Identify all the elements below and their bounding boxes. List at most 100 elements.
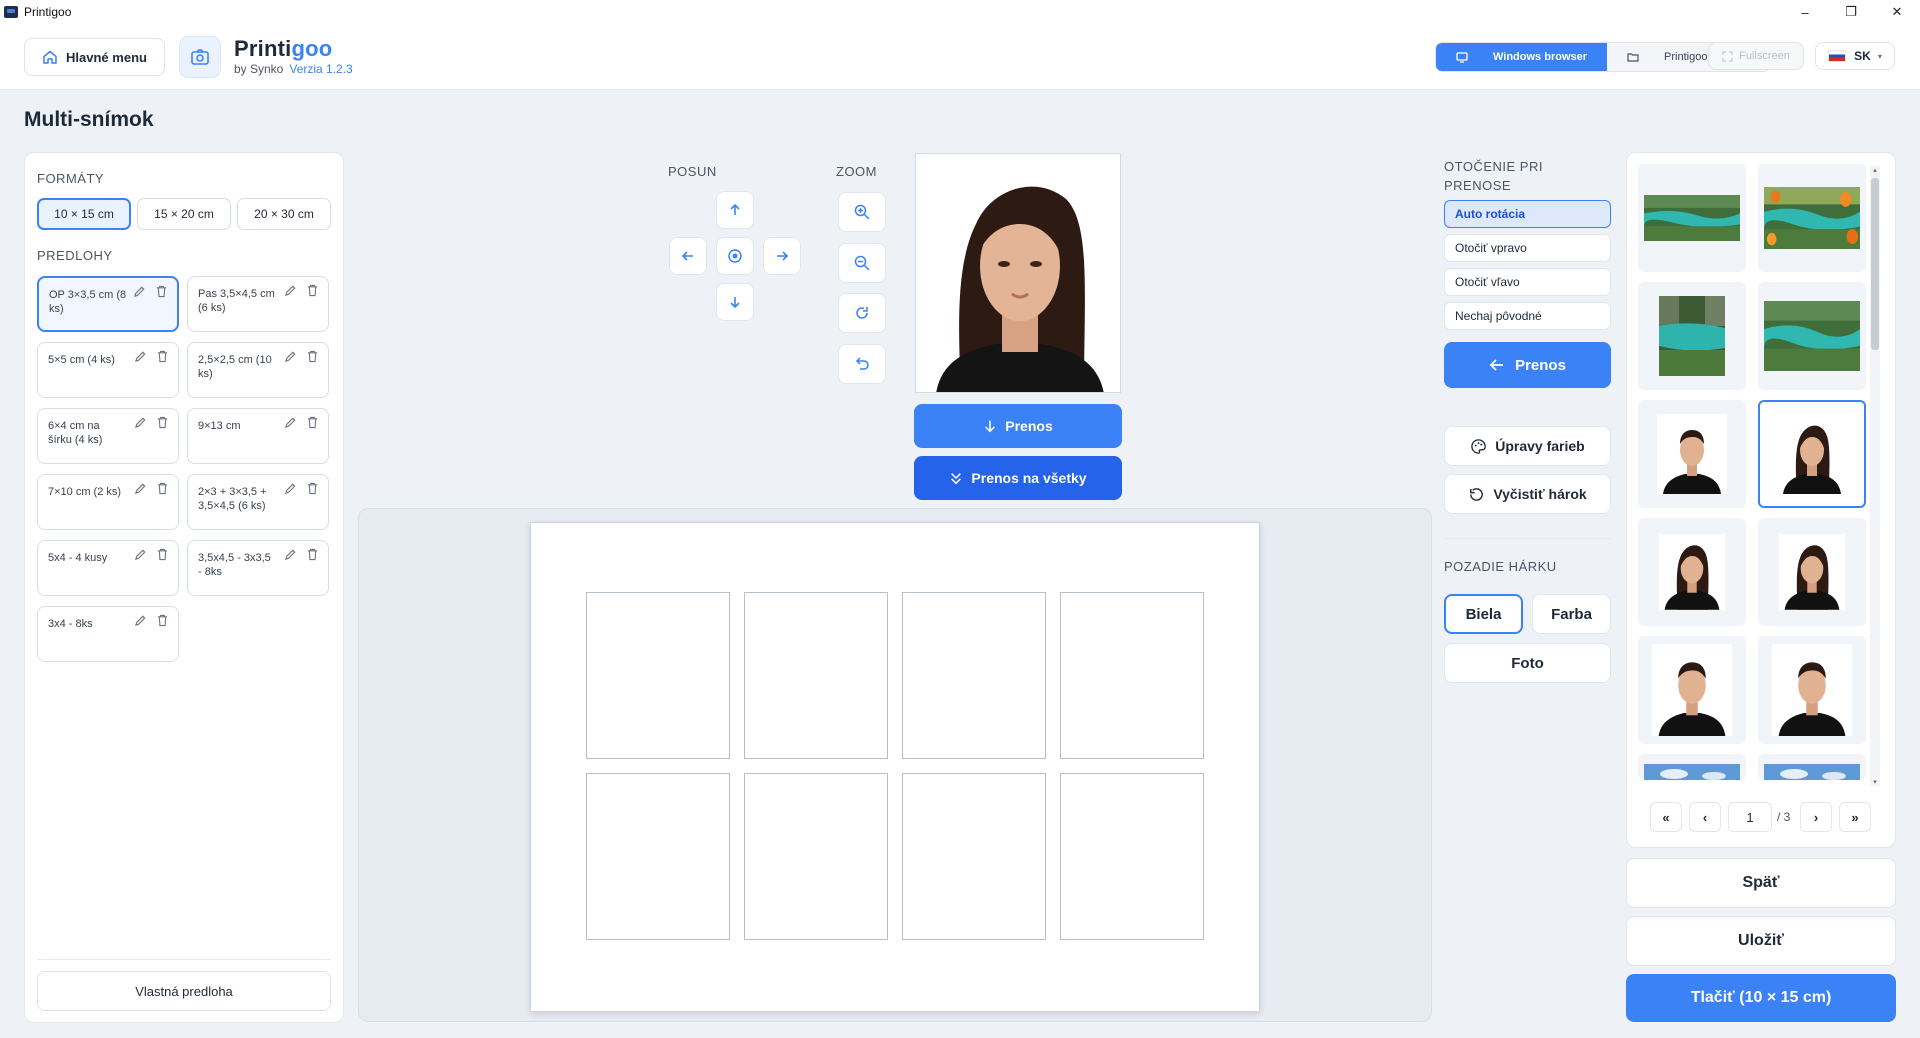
custom-template-button[interactable]: Vlastná predloha [37,971,331,1011]
pencil-icon[interactable] [284,482,297,495]
language-select[interactable]: SK ▾ [1815,42,1895,70]
pencil-icon[interactable] [134,416,147,429]
thumb-portrait-man[interactable] [1638,636,1746,744]
template-card[interactable]: 7×10 cm (2 ks) [37,474,179,530]
close-button[interactable]: ✕ [1874,0,1920,24]
gallery-scrollbar[interactable]: ▴ ▾ [1870,166,1880,786]
trash-icon[interactable] [157,548,168,561]
print-button[interactable]: Tlačiť (10 × 15 cm) [1626,974,1896,1022]
template-card[interactable]: 5×5 cm (4 ks) [37,342,179,398]
photo-slot[interactable] [744,773,888,940]
pencil-icon[interactable] [134,548,147,561]
pencil-icon[interactable] [133,285,146,298]
photo-slot[interactable] [586,773,730,940]
page-first-button[interactable]: « [1650,802,1682,832]
move-down-button[interactable] [716,283,754,321]
format-15x20-button[interactable]: 15 × 20 cm [137,198,231,230]
keep-original-option[interactable]: Nechaj pôvodné [1444,302,1611,330]
logo-name-a: Printi [234,36,292,61]
move-up-button[interactable] [716,191,754,229]
thumb-portrait-woman[interactable] [1638,518,1746,626]
minimize-button[interactable]: – [1782,0,1828,24]
save-button[interactable]: Uložiť [1626,916,1896,966]
thumb-lake-wide[interactable] [1758,282,1866,390]
thumb-lake[interactable] [1638,164,1746,272]
format-20x30-button[interactable]: 20 × 30 cm [237,198,331,230]
template-card[interactable]: 2,5×2,5 cm (10 ks) [187,342,329,398]
main-menu-button[interactable]: Hlavné menu [24,38,165,76]
trash-icon[interactable] [307,350,318,363]
pencil-icon[interactable] [284,284,297,297]
pencil-icon[interactable] [134,482,147,495]
photo-preview[interactable] [915,153,1121,393]
bg-photo-button[interactable]: Foto [1444,643,1611,683]
trash-icon[interactable] [157,416,168,429]
scrollbar-thumb[interactable] [1871,178,1879,350]
format-10x15-button[interactable]: 10 × 15 cm [37,198,131,230]
rotate-right-button[interactable] [838,293,886,333]
template-card[interactable]: 6×4 cm na šírku (4 ks) [37,408,179,464]
thumb-lake-flowers[interactable] [1758,164,1866,272]
thumb-portrait-man[interactable] [1758,636,1866,744]
trash-icon[interactable] [157,614,168,627]
side-transfer-button[interactable]: Prenos [1444,342,1611,388]
fullscreen-button[interactable]: Fullscreen [1708,42,1804,70]
windows-browser-tab[interactable]: Windows browser [1436,43,1608,71]
page-next-button[interactable]: › [1800,802,1832,832]
transfer-all-button[interactable]: Prenos na všetky [914,456,1122,500]
scroll-down-icon[interactable]: ▾ [1870,778,1880,786]
scroll-up-icon[interactable]: ▴ [1870,166,1880,174]
bg-white-button[interactable]: Biela [1444,594,1523,634]
pencil-icon[interactable] [284,416,297,429]
thumb-portrait-woman[interactable] [1758,400,1866,508]
trash-icon[interactable] [307,548,318,561]
pencil-icon[interactable] [134,614,147,627]
move-center-button[interactable] [716,237,754,275]
transfer-label: Prenos [1005,418,1053,434]
trash-icon[interactable] [307,482,318,495]
maximize-button[interactable]: ❐ [1828,0,1874,24]
undo-button[interactable] [838,344,886,384]
photo-slot[interactable] [1060,773,1204,940]
template-card[interactable]: 5x4 - 4 kusy [37,540,179,596]
page-input[interactable]: 1 [1728,802,1772,832]
move-left-button[interactable] [669,237,707,275]
trash-icon[interactable] [156,285,167,298]
photo-slot[interactable] [902,592,1046,759]
pencil-icon[interactable] [284,350,297,363]
bg-color-button[interactable]: Farba [1532,594,1611,634]
photo-slot[interactable] [586,592,730,759]
rotate-left-option[interactable]: Otočiť vľavo [1444,268,1611,296]
trash-icon[interactable] [307,416,318,429]
page-prev-button[interactable]: ‹ [1689,802,1721,832]
back-button[interactable]: Späť [1626,858,1896,908]
thumb-sky[interactable] [1758,754,1866,780]
template-card[interactable]: 3,5x4,5 - 3x3,5 - 8ks [187,540,329,596]
pencil-icon[interactable] [284,548,297,561]
template-card[interactable]: OP 3×3,5 cm (8 ks) [37,276,179,332]
auto-rotation-option[interactable]: Auto rotácia [1444,200,1611,228]
clear-sheet-button[interactable]: Vyčistiť hárok [1444,474,1611,514]
template-card[interactable]: 3x4 - 8ks [37,606,179,662]
zoom-in-button[interactable] [838,192,886,232]
photo-slot[interactable] [744,592,888,759]
thumb-portrait-woman[interactable] [1758,518,1866,626]
thumb-portrait-man[interactable] [1638,400,1746,508]
zoom-out-button[interactable] [838,243,886,283]
template-card[interactable]: Pas 3,5×4,5 cm (6 ks) [187,276,329,332]
thumb-sky[interactable] [1638,754,1746,780]
color-edits-button[interactable]: Úpravy farieb [1444,426,1611,466]
trash-icon[interactable] [157,482,168,495]
template-card[interactable]: 2×3 + 3×3,5 + 3,5×4,5 (6 ks) [187,474,329,530]
move-right-button[interactable] [763,237,801,275]
pencil-icon[interactable] [134,350,147,363]
transfer-button[interactable]: Prenos [914,404,1122,448]
trash-icon[interactable] [157,350,168,363]
rotate-right-option[interactable]: Otočiť vpravo [1444,234,1611,262]
thumb-lake-cliffs[interactable] [1638,282,1746,390]
photo-slot[interactable] [1060,592,1204,759]
page-last-button[interactable]: » [1839,802,1871,832]
trash-icon[interactable] [307,284,318,297]
template-card[interactable]: 9×13 cm [187,408,329,464]
photo-slot[interactable] [902,773,1046,940]
